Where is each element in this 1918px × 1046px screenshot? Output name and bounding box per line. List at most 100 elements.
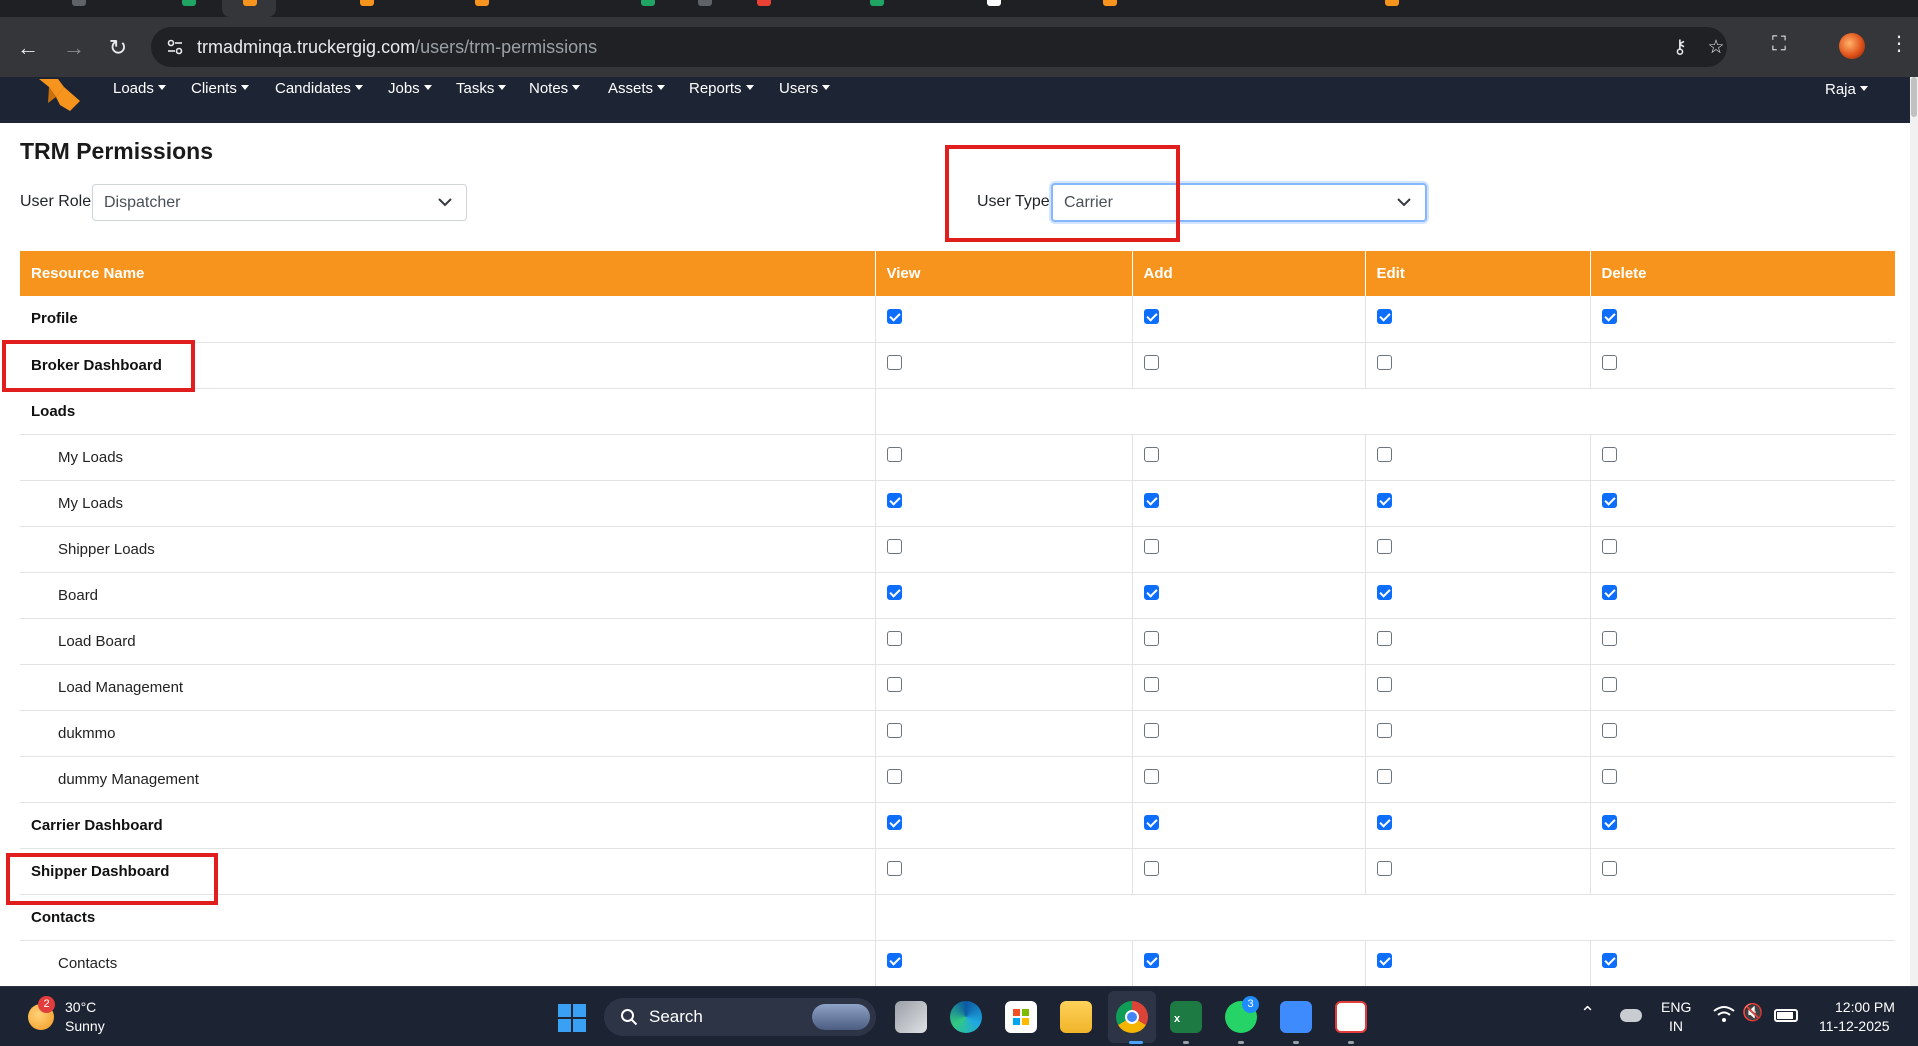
view-permission-checkbox[interactable] bbox=[886, 308, 902, 324]
edit-permission-checkbox[interactable] bbox=[1376, 539, 1392, 555]
delete-permission-checkbox[interactable] bbox=[1601, 723, 1617, 739]
tab-favicon[interactable] bbox=[182, 0, 196, 6]
add-permission-checkbox[interactable] bbox=[1143, 493, 1159, 509]
nav-assets[interactable]: Assets bbox=[608, 80, 666, 97]
nav-candidates[interactable]: Candidates bbox=[275, 80, 363, 97]
snipping-tool-icon[interactable] bbox=[1335, 1001, 1367, 1033]
view-permission-checkbox[interactable] bbox=[886, 493, 902, 509]
language-in[interactable]: IN bbox=[1669, 1018, 1683, 1034]
edge-browser-icon[interactable] bbox=[950, 1001, 982, 1033]
view-permission-checkbox[interactable] bbox=[886, 861, 902, 877]
notepad-icon[interactable] bbox=[1280, 1001, 1312, 1033]
delete-permission-checkbox[interactable] bbox=[1601, 861, 1617, 877]
add-permission-checkbox[interactable] bbox=[1143, 861, 1159, 877]
delete-permission-checkbox[interactable] bbox=[1601, 677, 1617, 693]
add-permission-checkbox[interactable] bbox=[1143, 677, 1159, 693]
edit-permission-checkbox[interactable] bbox=[1376, 308, 1392, 324]
taskbar-search[interactable]: Search bbox=[604, 998, 876, 1036]
edit-permission-checkbox[interactable] bbox=[1376, 493, 1392, 509]
add-permission-checkbox[interactable] bbox=[1143, 723, 1159, 739]
delete-permission-checkbox[interactable] bbox=[1601, 447, 1617, 463]
task-view-icon[interactable] bbox=[895, 1001, 927, 1033]
user-menu[interactable]: Raja bbox=[1825, 81, 1868, 98]
add-permission-checkbox[interactable] bbox=[1143, 308, 1159, 324]
wifi-icon[interactable] bbox=[1713, 1005, 1735, 1023]
view-permission-checkbox[interactable] bbox=[886, 953, 902, 969]
tab-favicon[interactable] bbox=[1103, 0, 1117, 6]
show-hidden-icons-chevron-icon[interactable]: ⌃ bbox=[1580, 1003, 1595, 1024]
excel-icon[interactable]: x bbox=[1170, 1001, 1202, 1033]
edit-permission-checkbox[interactable] bbox=[1376, 953, 1392, 969]
edit-permission-checkbox[interactable] bbox=[1376, 631, 1392, 647]
nav-clients[interactable]: Clients bbox=[191, 80, 249, 97]
microsoft-store-icon[interactable] bbox=[1005, 1001, 1037, 1033]
edit-permission-checkbox[interactable] bbox=[1376, 355, 1392, 371]
tab-favicon[interactable] bbox=[641, 0, 655, 6]
view-permission-checkbox[interactable] bbox=[886, 447, 902, 463]
clock-time[interactable]: 12:00 PM bbox=[1835, 999, 1895, 1015]
view-permission-checkbox[interactable] bbox=[886, 677, 902, 693]
delete-permission-checkbox[interactable] bbox=[1601, 769, 1617, 785]
user-role-select[interactable]: Dispatcher bbox=[92, 184, 467, 221]
nav-users[interactable]: Users bbox=[779, 80, 831, 97]
view-permission-checkbox[interactable] bbox=[886, 539, 902, 555]
page-scrollbar[interactable] bbox=[1910, 77, 1918, 986]
edit-permission-checkbox[interactable] bbox=[1376, 861, 1392, 877]
user-type-select[interactable]: Carrier bbox=[1051, 183, 1427, 222]
url-text[interactable]: trmadminqa.truckergig.com/users/trm-perm… bbox=[197, 37, 597, 58]
view-permission-checkbox[interactable] bbox=[886, 631, 902, 647]
add-permission-checkbox[interactable] bbox=[1143, 953, 1159, 969]
edit-permission-checkbox[interactable] bbox=[1376, 723, 1392, 739]
windows-start-icon[interactable] bbox=[557, 1003, 587, 1033]
view-permission-checkbox[interactable] bbox=[886, 815, 902, 831]
onedrive-cloud-icon[interactable] bbox=[1620, 1009, 1642, 1022]
edit-permission-checkbox[interactable] bbox=[1376, 677, 1392, 693]
chrome-menu-icon[interactable]: ⋮ bbox=[1889, 31, 1909, 56]
password-key-icon[interactable]: ⚷ bbox=[1668, 37, 1692, 59]
delete-permission-checkbox[interactable] bbox=[1601, 355, 1617, 371]
language-eng[interactable]: ENG bbox=[1661, 999, 1691, 1015]
clock-date[interactable]: 11-12-2025 bbox=[1819, 1018, 1890, 1034]
scrollbar-thumb[interactable] bbox=[1911, 77, 1917, 117]
truckergig-logo[interactable] bbox=[36, 77, 82, 113]
add-permission-checkbox[interactable] bbox=[1143, 769, 1159, 785]
address-bar[interactable]: trmadminqa.truckergig.com/users/trm-perm… bbox=[151, 27, 1727, 67]
tab-favicon[interactable] bbox=[757, 0, 771, 6]
tab-favicon[interactable] bbox=[870, 0, 884, 6]
delete-permission-checkbox[interactable] bbox=[1601, 953, 1617, 969]
tab-favicon[interactable] bbox=[72, 0, 86, 6]
reload-icon[interactable]: ↻ bbox=[104, 34, 132, 62]
profile-avatar[interactable] bbox=[1839, 33, 1865, 59]
add-permission-checkbox[interactable] bbox=[1143, 815, 1159, 831]
back-icon[interactable]: ← bbox=[14, 34, 42, 62]
site-settings-icon[interactable] bbox=[165, 37, 185, 57]
forward-icon[interactable]: → bbox=[60, 34, 88, 62]
edit-permission-checkbox[interactable] bbox=[1376, 585, 1392, 601]
add-permission-checkbox[interactable] bbox=[1143, 585, 1159, 601]
add-permission-checkbox[interactable] bbox=[1143, 447, 1159, 463]
edit-permission-checkbox[interactable] bbox=[1376, 447, 1392, 463]
nav-tasks[interactable]: Tasks bbox=[456, 80, 507, 97]
tab-favicon[interactable] bbox=[1385, 0, 1399, 6]
nav-jobs[interactable]: Jobs bbox=[388, 80, 432, 97]
bookmark-star-icon[interactable]: ☆ bbox=[1704, 37, 1728, 59]
delete-permission-checkbox[interactable] bbox=[1601, 308, 1617, 324]
nav-loads[interactable]: Loads bbox=[113, 80, 166, 97]
delete-permission-checkbox[interactable] bbox=[1601, 631, 1617, 647]
tab-favicon[interactable] bbox=[987, 0, 1001, 6]
add-permission-checkbox[interactable] bbox=[1143, 631, 1159, 647]
nav-reports[interactable]: Reports bbox=[689, 80, 754, 97]
extensions-icon[interactable]: ⛶ bbox=[1772, 33, 1786, 56]
file-explorer-icon[interactable] bbox=[1060, 1001, 1092, 1033]
tab-favicon[interactable] bbox=[360, 0, 374, 6]
add-permission-checkbox[interactable] bbox=[1143, 539, 1159, 555]
view-permission-checkbox[interactable] bbox=[886, 355, 902, 371]
delete-permission-checkbox[interactable] bbox=[1601, 815, 1617, 831]
tab-favicon[interactable] bbox=[698, 0, 712, 6]
volume-muted-icon[interactable]: 🔇 bbox=[1742, 1003, 1763, 1023]
edit-permission-checkbox[interactable] bbox=[1376, 769, 1392, 785]
tab-favicon[interactable] bbox=[243, 0, 257, 6]
battery-icon[interactable] bbox=[1774, 1009, 1798, 1022]
edit-permission-checkbox[interactable] bbox=[1376, 815, 1392, 831]
nav-notes[interactable]: Notes bbox=[529, 80, 581, 97]
